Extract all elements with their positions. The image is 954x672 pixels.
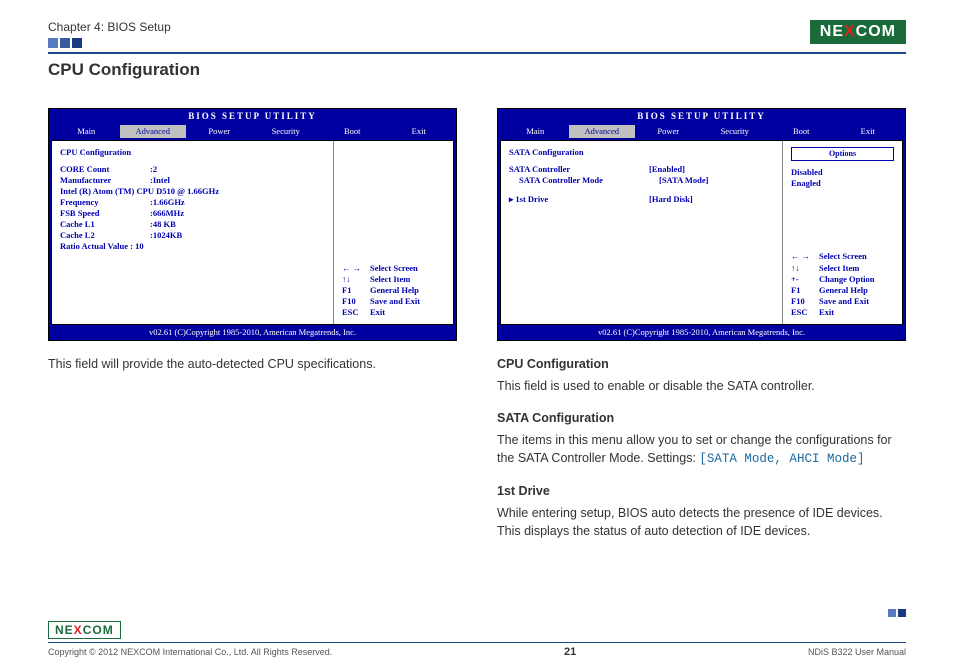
bios-tab-advanced[interactable]: Advanced [120, 125, 187, 138]
bios-help-panel: ← →Select Screen↑↓Select ItemF1General H… [333, 141, 453, 324]
bios-help-row: F10Save and Exit [791, 296, 894, 307]
bios-tab-power[interactable]: Power [186, 125, 253, 138]
subhead-sata: SATA Configuration [497, 411, 906, 425]
bios-info-row: Frequency:1.66GHz [60, 197, 325, 208]
bios-tab-advanced[interactable]: Advanced [569, 125, 636, 138]
bios-help-row: F1General Help [342, 285, 445, 296]
bios-tab-boot[interactable]: Boot [768, 125, 835, 138]
desc-cpu: This field is used to enable or disable … [497, 377, 906, 395]
bios-tab-boot[interactable]: Boot [319, 125, 386, 138]
bios-help-row: F1General Help [791, 285, 894, 296]
right-column: BIOS SETUP UTILITY MainAdvancedPowerSecu… [497, 108, 906, 540]
bios-option[interactable]: Enagled [791, 178, 894, 189]
bios-tabs: MainAdvancedPowerSecurityBootExit [49, 125, 456, 140]
bios-screen-cpu: BIOS SETUP UTILITY MainAdvancedPowerSecu… [48, 108, 457, 341]
bios-info-row: Ratio Actual Value : 10 [60, 241, 325, 252]
bios-config-row[interactable]: SATA Controller[Enabled] [509, 164, 774, 175]
bios-info-row: Manufacturer:Intel [60, 175, 325, 186]
bios-info-row: Intel (R) Atom (TM) CPU D510 @ 1.66GHz [60, 186, 325, 197]
header-decor [48, 38, 171, 48]
sata-mode-values: [SATA Mode, AHCI Mode] [699, 452, 864, 466]
bios-option[interactable]: Disabled [791, 167, 894, 178]
bios-info-row: CORE Count:2 [60, 164, 325, 175]
bios-cpu-panel: CPU Configuration CORE Count:2Manufacture… [52, 141, 333, 324]
bios-options-panel: Options DisabledEnagled ← →Select Screen… [782, 141, 902, 324]
bios-help-row: F10Save and Exit [342, 296, 445, 307]
bios-config-row[interactable]: SATA Controller Mode[SATA Mode] [519, 175, 774, 186]
bios-help-row: +-Change Option [791, 274, 894, 285]
bios-tabs: MainAdvancedPowerSecurityBootExit [498, 125, 905, 140]
desc-drive: While entering setup, BIOS auto detects … [497, 504, 906, 540]
footer-decor [888, 609, 906, 617]
bios-tab-main[interactable]: Main [53, 125, 120, 138]
bios-help-row: ESCExit [342, 307, 445, 318]
bios-tab-exit[interactable]: Exit [386, 125, 453, 138]
page-header: Chapter 4: BIOS Setup NEXCOM [48, 20, 906, 54]
bios-panel-heading: CPU Configuration [60, 147, 325, 158]
bios-help-row: ← →Select Screen [342, 263, 445, 274]
doc-title: NDiS B322 User Manual [808, 647, 906, 657]
bios-info-row: Cache L1:48 KB [60, 219, 325, 230]
left-description: This field will provide the auto-detecte… [48, 355, 457, 373]
bios-panel-heading: SATA Configuration [509, 147, 774, 158]
subhead-cpu: CPU Configuration [497, 357, 906, 371]
bios-info-row: Cache L2:1024KB [60, 230, 325, 241]
bios-config-row[interactable]: ▸ 1st Drive[Hard Disk] [509, 194, 774, 205]
bios-title: BIOS SETUP UTILITY [498, 109, 905, 125]
options-heading: Options [791, 147, 894, 161]
subhead-drive: 1st Drive [497, 484, 906, 498]
footer-logo: NEXCOM [48, 621, 121, 639]
options-list: DisabledEnagled [791, 167, 894, 189]
bios-title: BIOS SETUP UTILITY [49, 109, 456, 125]
left-column: BIOS SETUP UTILITY MainAdvancedPowerSecu… [48, 108, 457, 540]
bios-tab-security[interactable]: Security [702, 125, 769, 138]
bios-tab-power[interactable]: Power [635, 125, 702, 138]
bios-info-row: FSB Speed:666MHz [60, 208, 325, 219]
nexcom-logo: NEXCOM [810, 20, 906, 44]
chapter-title: Chapter 4: BIOS Setup [48, 20, 171, 34]
bios-footer: v02.61 (C)Copyright 1985-2010, American … [49, 325, 456, 340]
bios-footer: v02.61 (C)Copyright 1985-2010, American … [498, 325, 905, 340]
bios-sata-panel: SATA Configuration SATA Controller[Enable… [501, 141, 782, 324]
bios-tab-main[interactable]: Main [502, 125, 569, 138]
copyright: Copyright © 2012 NEXCOM International Co… [48, 647, 332, 657]
page-footer: NEXCOM Copyright © 2012 NEXCOM Internati… [48, 621, 906, 658]
bios-help-row: ↑↓Select Item [791, 263, 894, 274]
section-title: CPU Configuration [48, 60, 906, 80]
bios-tab-exit[interactable]: Exit [835, 125, 902, 138]
bios-help-row: ESCExit [791, 307, 894, 318]
bios-tab-security[interactable]: Security [253, 125, 320, 138]
bios-help-row: ← →Select Screen [791, 251, 894, 262]
bios-help-row: ↑↓Select Item [342, 274, 445, 285]
desc-sata: The items in this menu allow you to set … [497, 431, 906, 468]
page-number: 21 [564, 646, 576, 658]
bios-screen-sata: BIOS SETUP UTILITY MainAdvancedPowerSecu… [497, 108, 906, 341]
